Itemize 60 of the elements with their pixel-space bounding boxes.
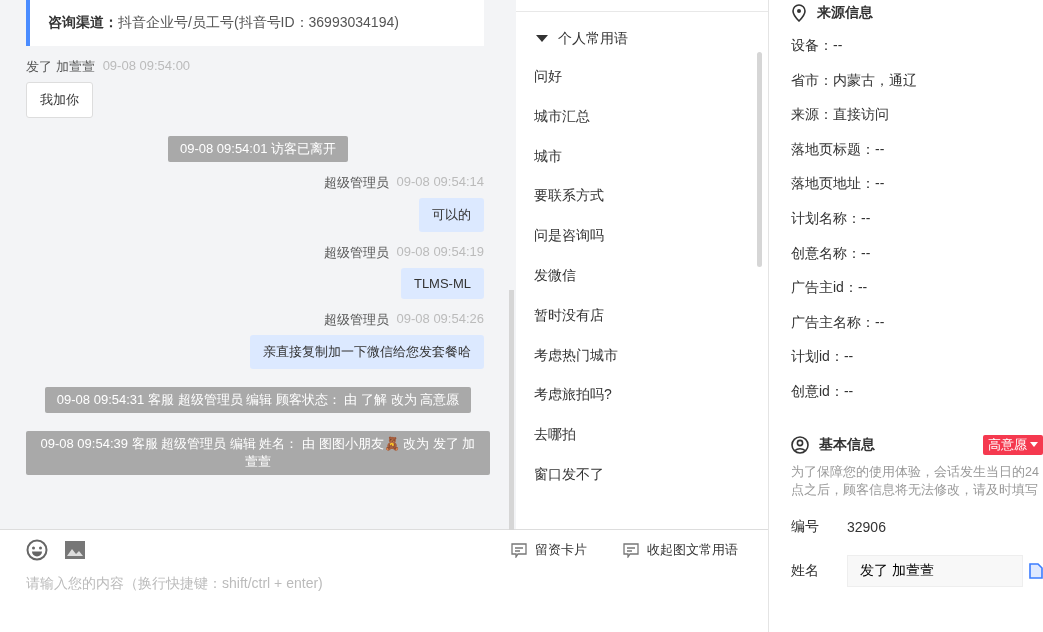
message-time: 09-08 09:54:19 bbox=[396, 244, 484, 261]
message-icon bbox=[623, 542, 639, 558]
source-field: 创意名称：-- bbox=[791, 235, 1043, 271]
phrase-group-header[interactable]: 个人常用语 bbox=[516, 12, 768, 58]
phrase-item[interactable]: 去哪拍 bbox=[516, 416, 768, 456]
message-bubble: TLMS-ML bbox=[400, 268, 484, 299]
channel-info: 咨询渠道：抖音企业号/员工号(抖音号ID：36993034194) bbox=[48, 14, 399, 30]
phrase-item[interactable]: 城市 bbox=[516, 137, 768, 178]
field-label: 姓名 bbox=[791, 561, 820, 580]
message-icon bbox=[511, 542, 527, 558]
sender-name: 超级管理员 bbox=[323, 244, 389, 262]
source-field: 落地页地址：-- bbox=[791, 166, 1043, 201]
emoji-icon[interactable] bbox=[26, 539, 48, 561]
user-icon bbox=[791, 435, 809, 454]
document-icon[interactable] bbox=[1029, 562, 1043, 579]
section-title: 来源信息 bbox=[817, 4, 873, 22]
source-field: 广告主id：-- bbox=[791, 270, 1043, 305]
phrase-item[interactable]: 窗口发不了 bbox=[516, 455, 768, 496]
message-time: 09-08 09:54:26 bbox=[396, 311, 484, 328]
source-field: 创意id：-- bbox=[791, 373, 1043, 409]
phrase-item[interactable]: 考虑热门城市 bbox=[516, 336, 768, 377]
phrase-item[interactable]: 问是咨询吗 bbox=[516, 217, 768, 257]
phrase-item[interactable]: 要联系方式 bbox=[516, 177, 768, 218]
source-field: 设备：-- bbox=[791, 28, 1043, 63]
sender-name: 超级管理员 bbox=[323, 311, 389, 329]
phrase-item[interactable]: 考虑旅拍吗? bbox=[516, 376, 768, 417]
section-title: 基本信息 bbox=[819, 435, 875, 454]
phrase-item[interactable]: 问好 bbox=[516, 58, 768, 98]
name-input[interactable]: 发了 加萱萱 bbox=[847, 554, 1023, 587]
source-field: 计划id：-- bbox=[791, 339, 1043, 374]
field-label: 编号 bbox=[791, 517, 820, 536]
source-field: 计划名称：-- bbox=[791, 200, 1043, 236]
action-button[interactable]: 收起图文常用语 bbox=[617, 540, 744, 560]
edit-log: 09-08 09:54:39 客服 超级管理员 编辑 姓名： 由 图图小朋友🧸 改为 发了 加萱萱 bbox=[26, 431, 490, 475]
phrase-item[interactable]: 暂时没有店 bbox=[516, 296, 768, 337]
message-bubble: 可以的 bbox=[419, 198, 484, 232]
status-dropdown[interactable]: 高意愿 bbox=[983, 434, 1043, 455]
phrase-item[interactable]: 发微信 bbox=[516, 257, 768, 297]
group-title: 个人常用语 bbox=[558, 30, 628, 48]
image-icon[interactable] bbox=[64, 540, 86, 560]
action-button[interactable]: 留资卡片 bbox=[505, 540, 593, 560]
caret-icon bbox=[1030, 442, 1038, 448]
message-bubble: 亲直接复制加一下微信给您发套餐哈 bbox=[250, 335, 484, 369]
source-field: 落地页标题：-- bbox=[791, 131, 1043, 167]
scrollbar[interactable] bbox=[509, 290, 514, 530]
sender-name: 发了 加萱萱 bbox=[26, 58, 95, 76]
message-time: 09-08 09:54:14 bbox=[396, 174, 484, 191]
message-time: 09-08 09:54:00 bbox=[102, 58, 191, 75]
message-bubble: 我加你 bbox=[26, 82, 93, 118]
location-pin-icon bbox=[791, 4, 807, 22]
source-field: 省市：内蒙古，通辽 bbox=[791, 62, 1043, 98]
field-value: 32906 bbox=[847, 518, 886, 535]
sender-name: 超级管理员 bbox=[323, 174, 389, 192]
edit-log: 09-08 09:54:31 客服 超级管理员 编辑 顾客状态： 由 了解 改为 高意愿 bbox=[44, 387, 472, 413]
phrase-item[interactable]: 城市汇总 bbox=[516, 97, 768, 138]
notice-text: 为了保障您的使用体验，会话发生当日的24点之后，顾客信息将无法修改，请及时填写 bbox=[791, 463, 1040, 499]
system-notice: 09-08 09:54:01 访客已离开 bbox=[167, 136, 349, 162]
source-field: 来源：直接访问 bbox=[791, 97, 1043, 132]
source-field: 广告主名称：-- bbox=[791, 304, 1043, 340]
scrollbar[interactable] bbox=[757, 52, 762, 267]
